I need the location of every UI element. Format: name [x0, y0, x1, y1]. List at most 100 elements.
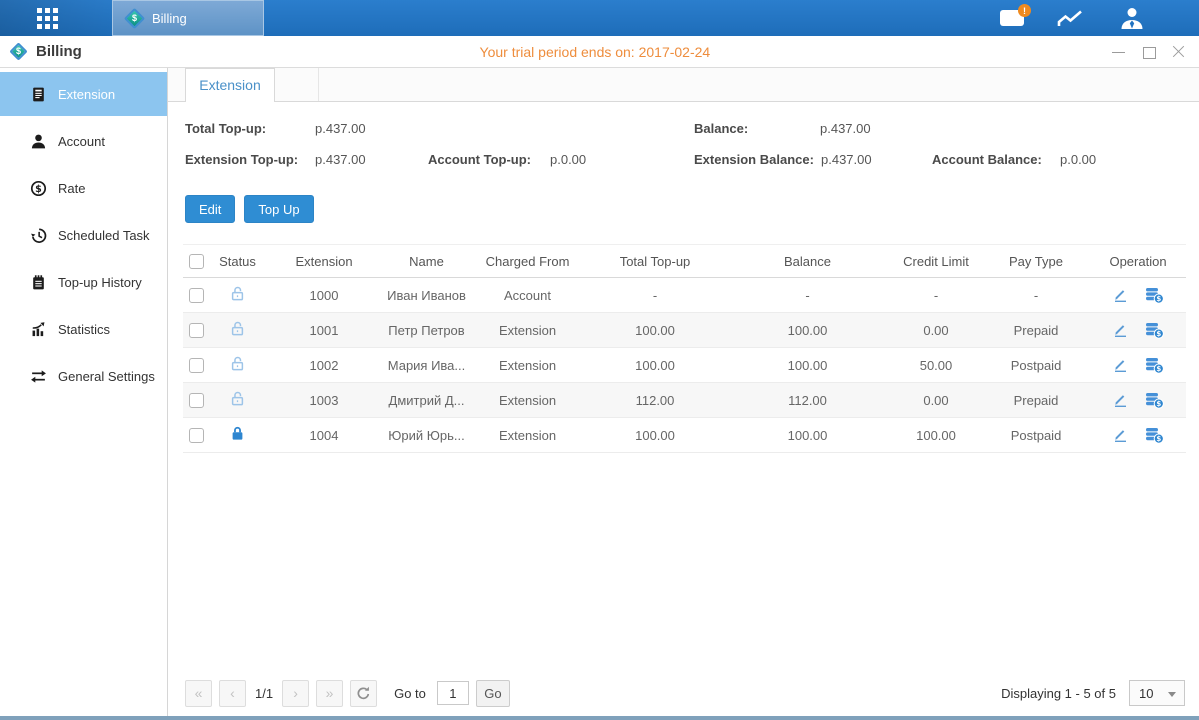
chat-button[interactable]: !: [995, 0, 1029, 36]
balance-value: p.437.00: [820, 121, 871, 136]
page-indicator: 1/1: [255, 686, 273, 701]
cell-total-topup: 112.00: [585, 383, 725, 418]
cell-total-topup: 100.00: [585, 418, 725, 453]
cell-total-topup: 100.00: [585, 313, 725, 348]
goto-page-input[interactable]: [437, 681, 469, 705]
cell-operation: $: [1090, 418, 1186, 453]
cell-charged-from: Extension: [470, 313, 585, 348]
sidebar-item-label: Top-up History: [58, 275, 142, 290]
cell-pay-type: Postpaid: [982, 348, 1090, 383]
balance-summary: Total Top-up: p.437.00 Balance: p.437.00…: [168, 102, 1199, 182]
monitor-button[interactable]: [1053, 0, 1087, 36]
cell-total-topup: 100.00: [585, 348, 725, 383]
sidebar-item-extension[interactable]: Extension: [0, 72, 167, 116]
edit-icon[interactable]: [1112, 427, 1129, 443]
account-balance-label: Account Balance:: [932, 152, 1042, 167]
cell-status: [210, 348, 265, 383]
svg-text:$: $: [1156, 435, 1161, 443]
cell-balance: 112.00: [725, 383, 890, 418]
topup-icon[interactable]: $: [1145, 322, 1164, 339]
system-top-bar: Billing !: [0, 0, 1199, 36]
cell-extension: 1001: [265, 313, 383, 348]
cell-pay-type: -: [982, 278, 1090, 313]
total-topup-label: Total Top-up:: [185, 121, 266, 136]
billing-app-tab-label: Billing: [152, 11, 187, 26]
unlocked-icon: [229, 395, 246, 410]
table-row: 1003Дмитрий Д...Extension112.00112.000.0…: [183, 383, 1186, 418]
cell-charged-from: Extension: [470, 418, 585, 453]
sidebar-item-statistics[interactable]: Statistics: [0, 307, 167, 351]
close-icon[interactable]: [1172, 45, 1185, 58]
sidebar-item-general-settings[interactable]: General Settings: [0, 354, 167, 398]
edit-icon[interactable]: [1112, 287, 1129, 303]
cell-name: Мария Ива...: [383, 348, 470, 383]
app-grid-icon[interactable]: [37, 8, 58, 29]
topup-icon[interactable]: $: [1145, 287, 1164, 304]
row-checkbox[interactable]: [189, 358, 204, 373]
cell-name: Дмитрий Д...: [383, 383, 470, 418]
next-page-button[interactable]: ›: [282, 680, 309, 707]
tab-bar-divider: [318, 68, 319, 101]
top-up-button[interactable]: Top Up: [244, 195, 313, 223]
cell-select: [183, 278, 210, 313]
window-title-text: Billing: [36, 43, 82, 60]
edit-icon[interactable]: [1112, 322, 1129, 338]
account-topup-value: p.0.00: [550, 152, 586, 167]
billing-app-tab[interactable]: Billing: [112, 0, 264, 36]
minimize-icon[interactable]: [1112, 45, 1125, 58]
cell-select: [183, 348, 210, 383]
last-page-button[interactable]: »: [316, 680, 343, 707]
rate-icon: $: [30, 180, 47, 197]
cell-credit-limit: 0.00: [890, 313, 982, 348]
topup-history-icon: [30, 274, 47, 291]
refresh-button[interactable]: [350, 680, 377, 707]
cell-balance: 100.00: [725, 313, 890, 348]
window-title: Billing: [12, 36, 82, 67]
page-size-value: 10: [1139, 686, 1153, 701]
topup-icon[interactable]: $: [1145, 427, 1164, 444]
cell-extension: 1004: [265, 418, 383, 453]
svg-text:$: $: [1156, 330, 1161, 338]
sidebar-item-rate[interactable]: $Rate: [0, 166, 167, 210]
column-header-total-top-up: Total Top-up: [585, 245, 725, 278]
sidebar-item-scheduled-task[interactable]: Scheduled Task: [0, 213, 167, 257]
column-header-credit-limit: Credit Limit: [890, 245, 982, 278]
first-page-button[interactable]: «: [185, 680, 212, 707]
cell-charged-from: Extension: [470, 383, 585, 418]
account-topup-label: Account Top-up:: [428, 152, 531, 167]
go-button[interactable]: Go: [476, 680, 510, 707]
window-bottom-edge: [0, 716, 1199, 720]
prev-page-button[interactable]: ‹: [219, 680, 246, 707]
sidebar-item-account[interactable]: Account: [0, 119, 167, 163]
extension-balance-label: Extension Balance:: [694, 152, 814, 167]
user-menu-button[interactable]: [1115, 0, 1149, 36]
tab-extension[interactable]: Extension: [185, 68, 275, 102]
cell-select: [183, 418, 210, 453]
cell-operation: $: [1090, 383, 1186, 418]
table-header-row: StatusExtensionNameCharged FromTotal Top…: [183, 245, 1186, 278]
edit-icon[interactable]: [1112, 392, 1129, 408]
svg-text:$: $: [1156, 365, 1161, 373]
row-checkbox[interactable]: [189, 288, 204, 303]
maximize-icon[interactable]: [1142, 45, 1155, 58]
page-size-select[interactable]: 10: [1129, 680, 1185, 706]
edit-button[interactable]: Edit: [185, 195, 235, 223]
locked-icon: [229, 430, 246, 445]
edit-icon[interactable]: [1112, 357, 1129, 373]
cell-balance: -: [725, 278, 890, 313]
cell-credit-limit: -: [890, 278, 982, 313]
general-settings-icon: [30, 368, 47, 385]
svg-text:$: $: [1156, 295, 1161, 303]
topup-icon[interactable]: $: [1145, 357, 1164, 374]
table-row: 1000Иван ИвановAccount----$: [183, 278, 1186, 313]
table-row: 1002Мария Ива...Extension100.00100.0050.…: [183, 348, 1186, 383]
topup-icon[interactable]: $: [1145, 392, 1164, 409]
cell-pay-type: Prepaid: [982, 383, 1090, 418]
row-checkbox[interactable]: [189, 323, 204, 338]
column-header-status: Status: [210, 245, 265, 278]
cell-extension: 1002: [265, 348, 383, 383]
sidebar-item-top-up-history[interactable]: Top-up History: [0, 260, 167, 304]
row-checkbox[interactable]: [189, 428, 204, 443]
row-checkbox[interactable]: [189, 393, 204, 408]
select-all-checkbox[interactable]: [189, 254, 204, 269]
